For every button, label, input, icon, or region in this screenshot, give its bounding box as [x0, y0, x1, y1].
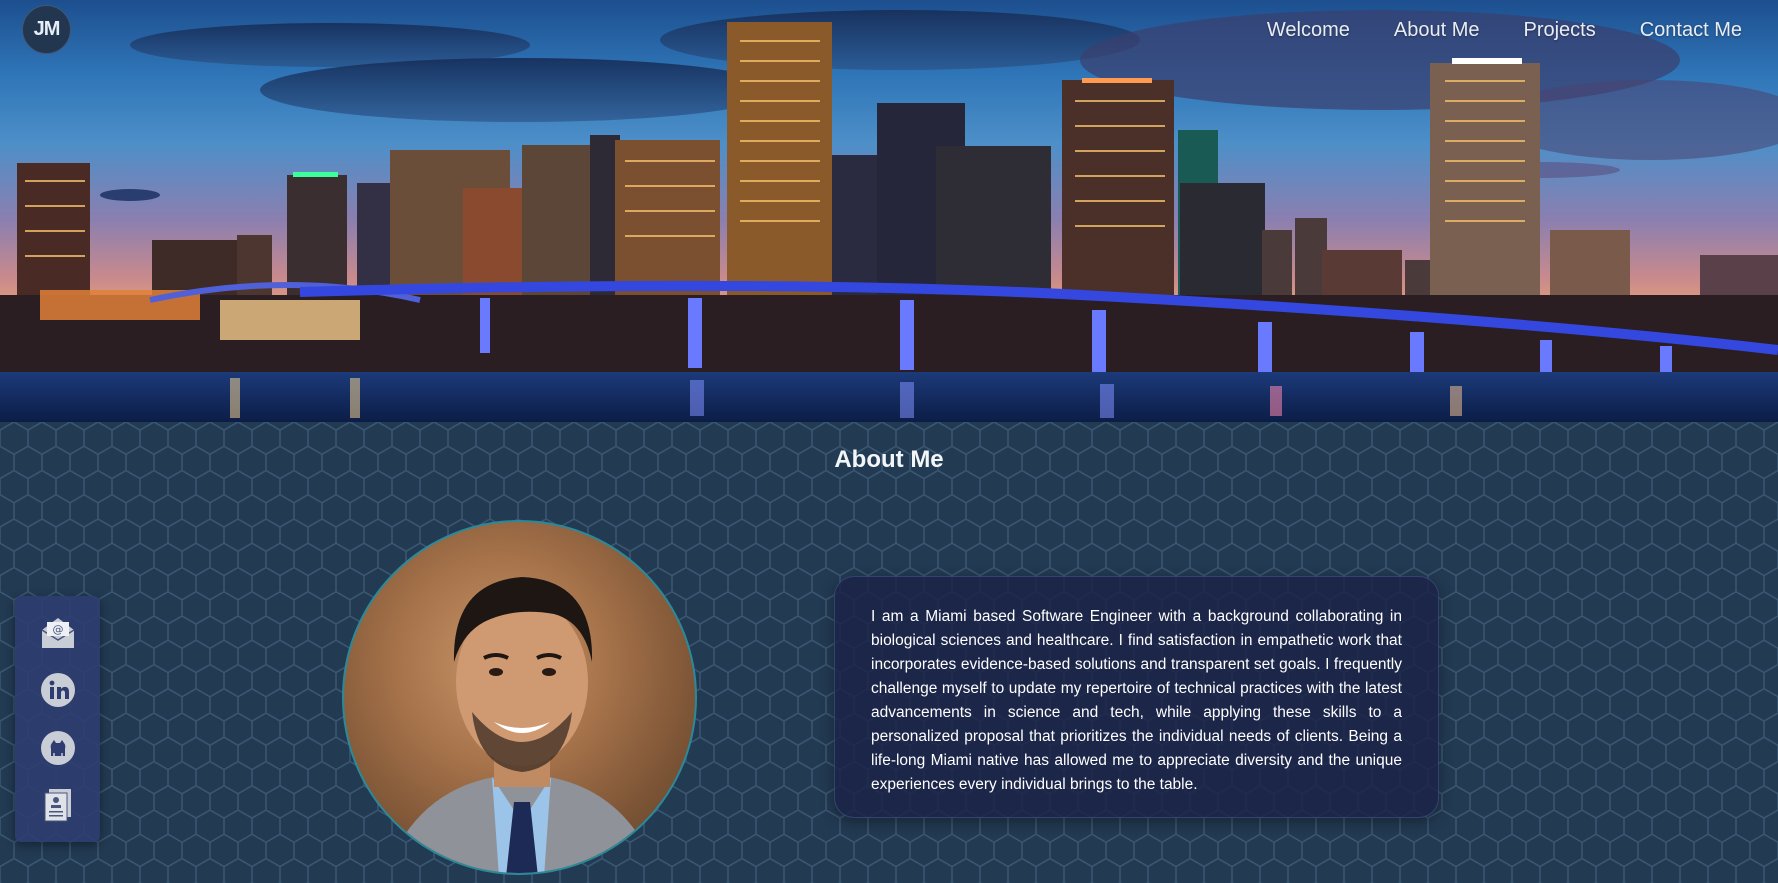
hero-banner: JM Welcome About Me Projects Contact Me	[0, 0, 1778, 422]
nav-about-me[interactable]: About Me	[1372, 17, 1502, 44]
github-icon[interactable]	[38, 728, 78, 768]
social-sidebar: @	[15, 596, 100, 842]
section-title: About Me	[834, 446, 944, 473]
nav-projects[interactable]: Projects	[1501, 17, 1617, 44]
bio-card: I am a Miami based Software Engineer wit…	[834, 576, 1439, 818]
resume-icon[interactable]	[38, 785, 78, 825]
nav-contact-me[interactable]: Contact Me	[1618, 17, 1764, 44]
svg-text:@: @	[52, 623, 63, 636]
person-portrait-image	[385, 577, 658, 873]
email-icon[interactable]: @	[38, 613, 78, 653]
main-nav: Welcome About Me Projects Contact Me	[1245, 17, 1764, 44]
profile-photo	[342, 520, 697, 875]
about-section: About Me I am a Miami based Software Eng…	[0, 422, 1778, 883]
logo-text: JM	[33, 18, 61, 40]
site-logo[interactable]: JM	[22, 5, 71, 54]
nav-welcome[interactable]: Welcome	[1245, 17, 1372, 44]
city-skyline-image	[0, 10, 1778, 422]
bio-text: I am a Miami based Software Engineer wit…	[871, 608, 1402, 793]
linkedin-icon[interactable]	[38, 670, 78, 710]
